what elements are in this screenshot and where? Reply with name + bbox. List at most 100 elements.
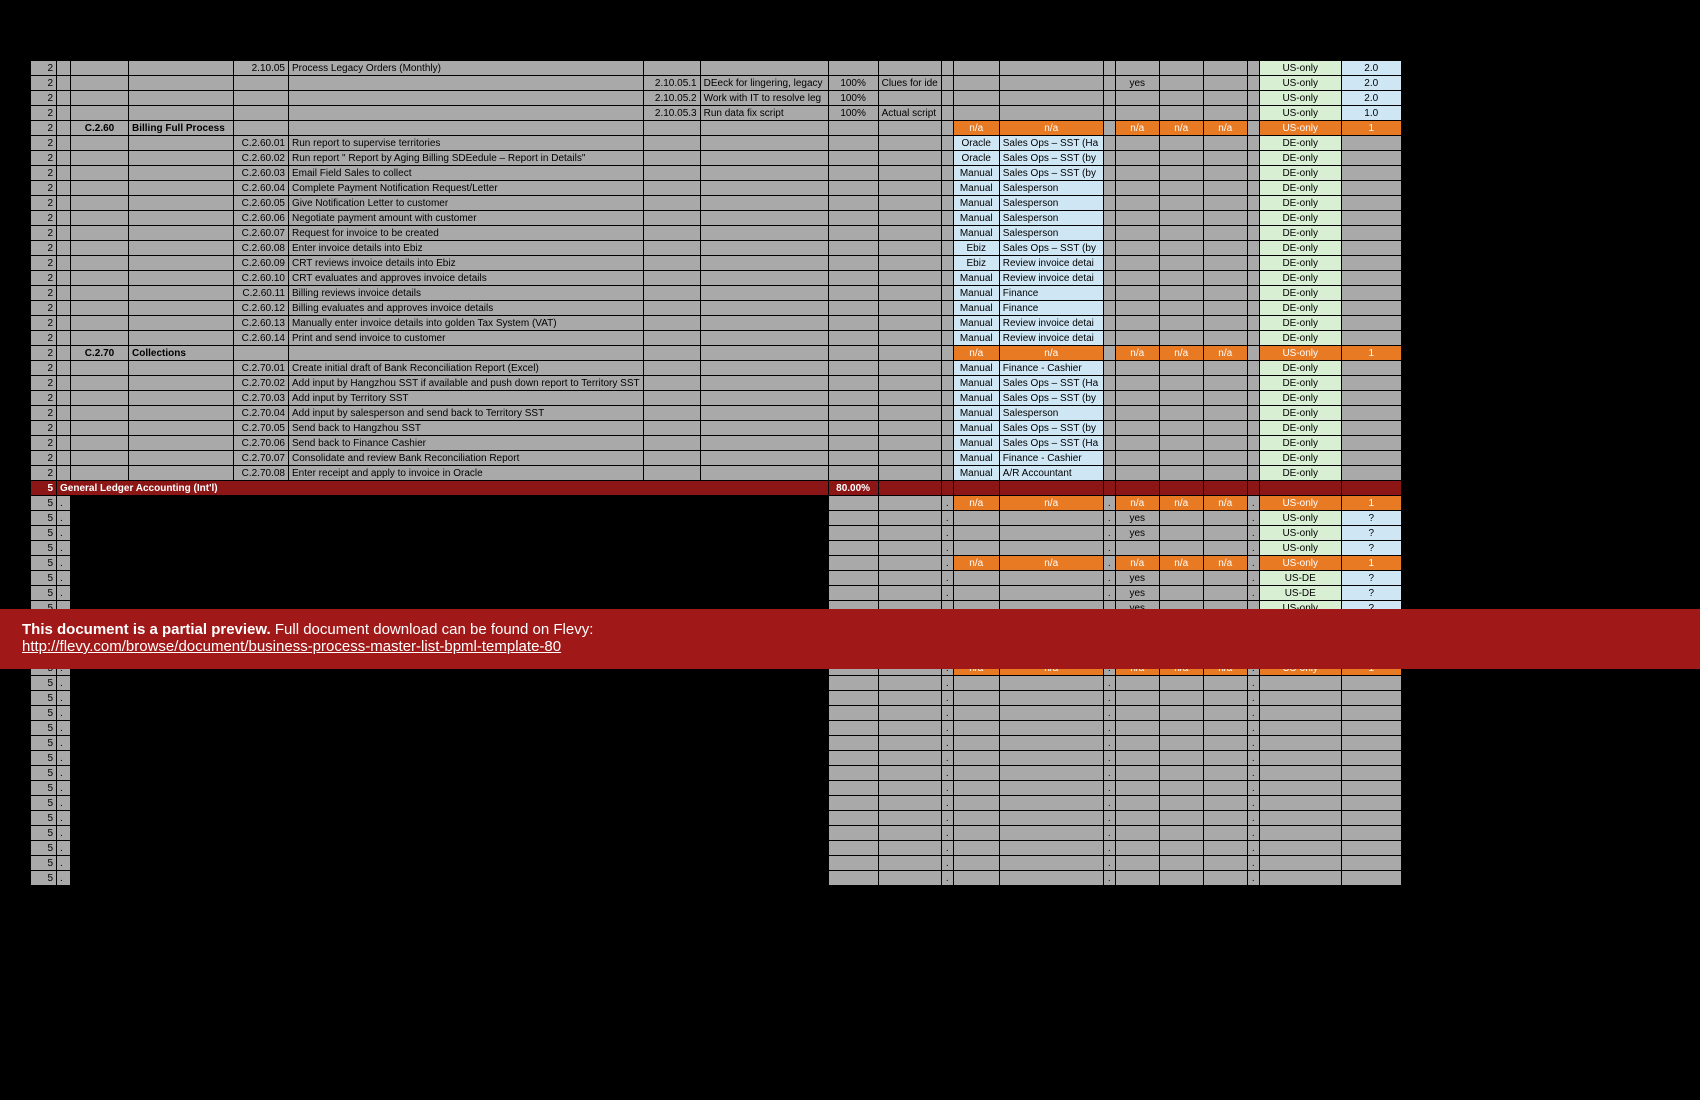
cell <box>941 406 953 421</box>
cell: . <box>129 736 234 751</box>
cell: . <box>1103 691 1115 706</box>
cell <box>71 421 129 436</box>
cell <box>953 526 999 541</box>
cell <box>57 451 71 466</box>
cell <box>234 106 289 121</box>
cell: . <box>57 736 71 751</box>
cell <box>1159 736 1203 751</box>
cell <box>643 121 700 136</box>
cell <box>828 736 878 751</box>
cell <box>57 301 71 316</box>
cell <box>878 541 941 556</box>
cell <box>1115 106 1159 121</box>
cell: . <box>57 766 71 781</box>
cell <box>71 556 129 571</box>
cell: 5 <box>31 781 57 796</box>
cell <box>700 421 828 436</box>
cell: Manually enter invoice details into gold… <box>289 316 644 331</box>
cell: n/a <box>1115 346 1159 361</box>
cell: . <box>1103 721 1115 736</box>
cell: . <box>129 526 234 541</box>
table-row: 5....... <box>31 766 1402 781</box>
cell <box>234 871 289 886</box>
cell: 2 <box>31 451 57 466</box>
cell: 2 <box>31 196 57 211</box>
cell <box>1341 751 1401 766</box>
cell: Create initial draft of Bank Reconciliat… <box>289 361 644 376</box>
cell: . <box>941 511 953 526</box>
cell <box>953 751 999 766</box>
cell <box>878 271 941 286</box>
cell: . <box>1247 841 1259 856</box>
cell <box>1159 61 1203 76</box>
cell <box>71 91 129 106</box>
cell <box>1247 106 1259 121</box>
cell <box>1203 856 1247 871</box>
cell <box>1259 871 1341 886</box>
cell: 2 <box>31 316 57 331</box>
cell <box>1247 91 1259 106</box>
cell <box>1203 796 1247 811</box>
cell: C.2.60.11 <box>234 286 289 301</box>
cell: Send back to Finance Cashier <box>289 436 644 451</box>
cell <box>643 241 700 256</box>
cell: . <box>289 841 644 856</box>
cell <box>643 586 700 601</box>
cell <box>878 871 941 886</box>
cell: . <box>129 706 234 721</box>
table-row: 2C.2.70.01Create initial draft of Bank R… <box>31 361 1402 376</box>
cell <box>999 871 1103 886</box>
cell: . <box>1103 541 1115 556</box>
cell <box>1103 406 1115 421</box>
cell: . <box>57 526 71 541</box>
cell: 5 <box>31 856 57 871</box>
cell: Enter receipt and apply to invoice in Or… <box>289 466 644 481</box>
cell <box>1247 331 1259 346</box>
cell <box>234 706 289 721</box>
cell <box>71 826 129 841</box>
cell: n/a <box>953 346 999 361</box>
cell <box>828 811 878 826</box>
cell: . <box>941 676 953 691</box>
cell <box>878 781 941 796</box>
cell: DE-only <box>1259 271 1341 286</box>
cell: C.2.60.12 <box>234 301 289 316</box>
cell: . <box>289 766 644 781</box>
cell <box>643 436 700 451</box>
cell <box>999 526 1103 541</box>
cell <box>1203 826 1247 841</box>
cell: Manual <box>953 271 999 286</box>
cell: DE-only <box>1259 466 1341 481</box>
cell <box>57 271 71 286</box>
cell: . <box>941 721 953 736</box>
cell <box>57 151 71 166</box>
table-row: 5......yes.US-only? <box>31 511 1402 526</box>
cell <box>1115 361 1159 376</box>
cell <box>1103 346 1115 361</box>
cell <box>878 136 941 151</box>
cell <box>828 751 878 766</box>
cell <box>953 721 999 736</box>
cell <box>1159 571 1203 586</box>
cell <box>953 61 999 76</box>
banner-link[interactable]: http://flevy.com/browse/document/busines… <box>22 638 561 655</box>
cell <box>643 451 700 466</box>
cell <box>1247 391 1259 406</box>
cell: Ebiz <box>953 241 999 256</box>
cell: DE-only <box>1259 316 1341 331</box>
cell: C.2.70.05 <box>234 421 289 436</box>
cell: C.2.60.03 <box>234 166 289 181</box>
cell <box>878 571 941 586</box>
cell <box>828 691 878 706</box>
cell <box>1103 226 1115 241</box>
cell: 2.10.05.1 <box>643 76 700 91</box>
cell <box>1341 286 1401 301</box>
cell: 2 <box>31 76 57 91</box>
cell <box>1203 391 1247 406</box>
table-row: 5General Ledger Accounting (Int'l)80.00% <box>31 481 1402 496</box>
table-row: 2C.2.60.14Print and send invoice to cust… <box>31 331 1402 346</box>
cell: . <box>57 706 71 721</box>
cell <box>1159 541 1203 556</box>
table-row: 2C.2.60.06Negotiate payment amount with … <box>31 211 1402 226</box>
cell <box>643 151 700 166</box>
